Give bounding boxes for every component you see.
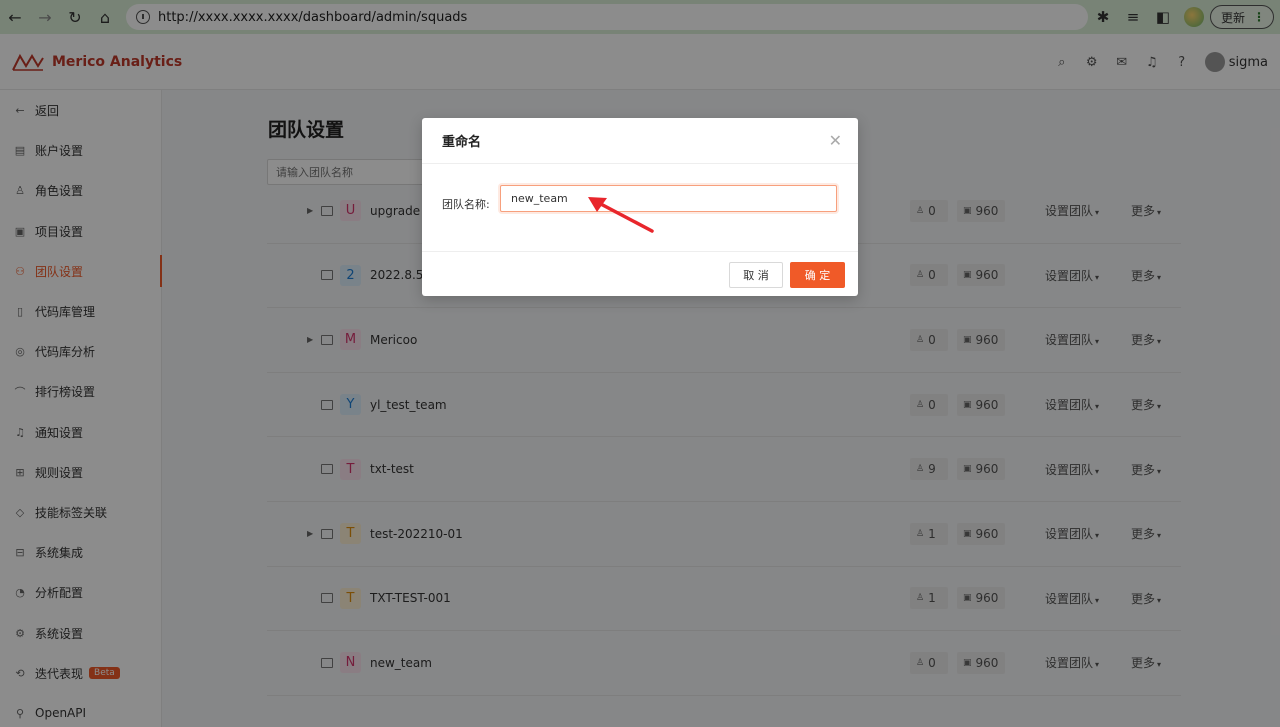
dialog-header: 重命名 ✕ [422,118,858,164]
confirm-button[interactable]: 确 定 [790,262,845,288]
close-icon[interactable]: ✕ [829,131,842,150]
team-name-input[interactable] [500,185,837,212]
cancel-button[interactable]: 取 消 [729,262,783,288]
dialog-title: 重命名 [442,135,482,150]
dialog-footer: 取 消 确 定 [422,252,858,296]
modal-overlay[interactable] [0,0,1280,727]
team-name-label: 团队名称: [442,198,490,211]
annotation-arrow-icon [588,197,654,233]
